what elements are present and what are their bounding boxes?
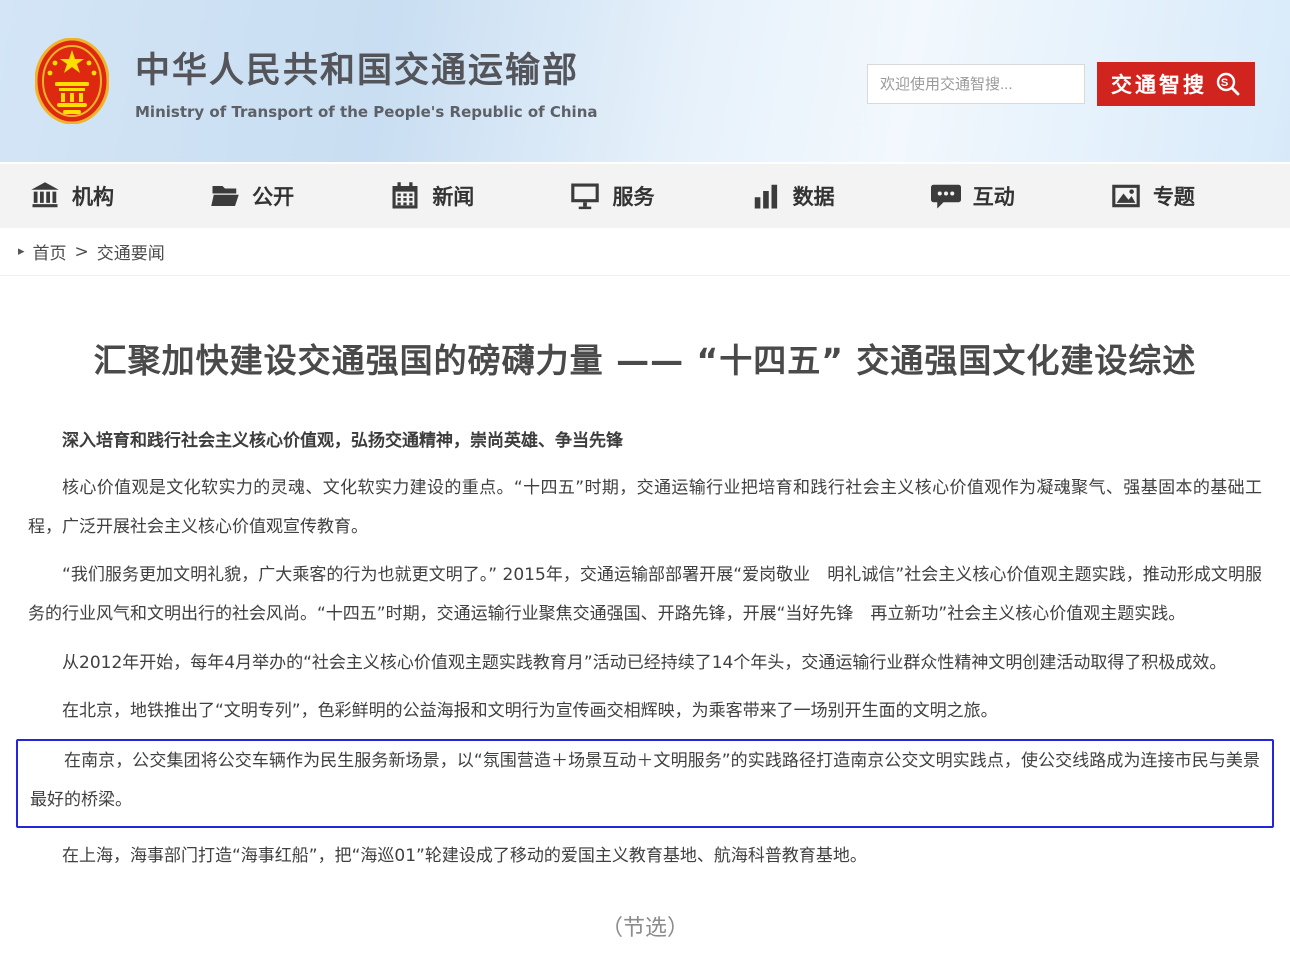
site-header: 中华人民共和国交通运输部 Ministry of Transport of th… [0, 0, 1290, 162]
monitor-icon [570, 181, 600, 211]
nav-item-institutions[interactable]: 机构 [30, 181, 114, 211]
site-subtitle: Ministry of Transport of the People's Re… [135, 103, 598, 121]
main-nav: 机构 公开 新闻 服务 数据 互动 [0, 162, 1290, 228]
national-emblem-icon [35, 38, 109, 124]
nav-label: 机构 [72, 181, 114, 211]
nav-item-news[interactable]: 新闻 [390, 181, 474, 211]
nav-item-disclosure[interactable]: 公开 [210, 181, 294, 211]
nav-item-data[interactable]: 数据 [751, 181, 835, 211]
nav-label: 公开 [252, 181, 294, 211]
article: 汇聚加快建设交通强国的磅礴力量 —— “十四五” 交通强国文化建设综述 深入培育… [0, 334, 1290, 942]
article-title: 汇聚加快建设交通强国的磅礴力量 —— “十四五” 交通强国文化建设综述 [28, 334, 1262, 382]
highlighted-paragraph: 在南京，公交集团将公交车辆作为民生服务新场景，以“氛围营造＋场景互动＋文明服务”… [30, 742, 1260, 820]
picture-icon [1111, 181, 1141, 211]
article-lead: 深入培育和践行社会主义核心价值观，弘扬交通精神，崇尚英雄、争当先锋 [28, 428, 1262, 455]
search-icon: S [1215, 71, 1241, 97]
article-paragraph: 在上海，海事部门打造“海事红船”，把“海巡01”轮建设成了移动的爱国主义教育基地… [28, 837, 1262, 876]
home-logo-link[interactable]: 中华人民共和国交通运输部 Ministry of Transport of th… [35, 38, 598, 124]
breadcrumb-current: 交通要闻 [97, 239, 165, 264]
breadcrumb: ▸ 首页 > 交通要闻 [0, 228, 1290, 276]
search-input[interactable] [867, 64, 1085, 104]
smart-search-button[interactable]: 交通智搜 S [1097, 62, 1255, 106]
nav-label: 互动 [973, 181, 1015, 211]
article-paragraph: 核心价值观是文化软实力的灵魂、文化软实力建设的重点。“十四五”时期，交通运输行业… [28, 469, 1262, 547]
site-title: 中华人民共和国交通运输部 [135, 42, 598, 93]
article-footnote: （节选） [28, 910, 1262, 942]
nav-label: 服务 [612, 181, 654, 211]
folder-icon [210, 181, 240, 211]
nav-label: 专题 [1153, 181, 1195, 211]
calendar-icon [390, 181, 420, 211]
bar-chart-icon [751, 181, 781, 211]
article-paragraph: 从2012年开始，每年4月举办的“社会主义核心价值观主题实践教育月”活动已经持续… [28, 644, 1262, 683]
nav-label: 数据 [793, 181, 835, 211]
search-button-label: 交通智搜 [1111, 69, 1207, 99]
breadcrumb-arrow-icon: ▸ [18, 244, 25, 259]
bank-icon [30, 181, 60, 211]
search-area: 交通智搜 S [867, 62, 1255, 106]
nav-item-services[interactable]: 服务 [570, 181, 654, 211]
article-paragraph: 在北京，地铁推出了“文明专列”，色彩鲜明的公益海报和文明行为宣传画交相辉映，为乘… [28, 692, 1262, 731]
speech-bubble-icon [931, 181, 961, 211]
svg-text:S: S [1221, 77, 1231, 89]
breadcrumb-separator: > [75, 242, 89, 262]
nav-label: 新闻 [432, 181, 474, 211]
article-paragraph: “我们服务更加文明礼貌，广大乘客的行为也就更文明了。” 2015年，交通运输部部… [28, 556, 1262, 634]
breadcrumb-home-link[interactable]: 首页 [33, 239, 67, 264]
highlight-selection-box: 在南京，公交集团将公交车辆作为民生服务新场景，以“氛围营造＋场景互动＋文明服务”… [16, 739, 1274, 828]
nav-item-interaction[interactable]: 互动 [931, 181, 1015, 211]
nav-item-topics[interactable]: 专题 [1111, 181, 1195, 211]
